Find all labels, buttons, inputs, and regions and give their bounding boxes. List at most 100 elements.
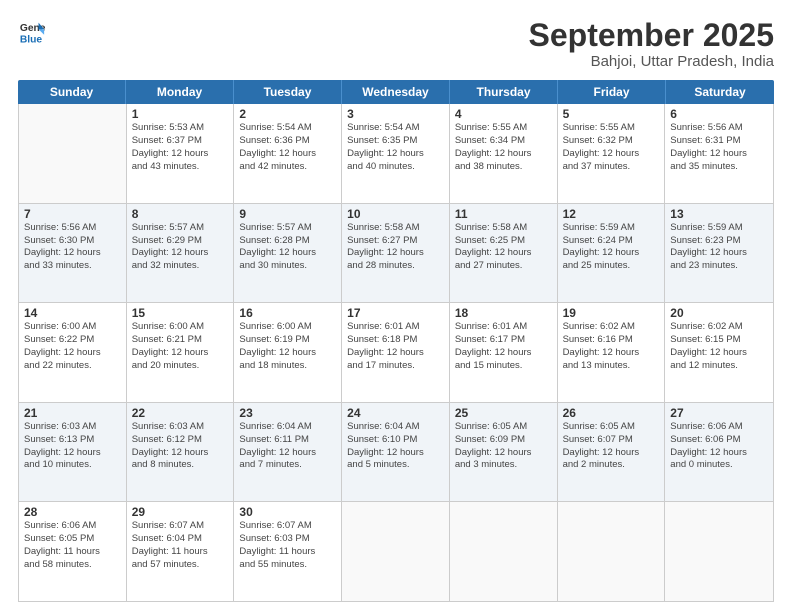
day-header-sunday: Sunday — [18, 80, 126, 104]
calendar-day-27: 27Sunrise: 6:06 AM Sunset: 6:06 PM Dayli… — [665, 403, 773, 502]
day-number: 22 — [132, 406, 229, 420]
calendar-day-6: 6Sunrise: 5:56 AM Sunset: 6:31 PM Daylig… — [665, 104, 773, 203]
day-number: 28 — [24, 505, 121, 519]
day-number: 20 — [670, 306, 768, 320]
day-info: Sunrise: 5:56 AM Sunset: 6:30 PM Dayligh… — [24, 222, 121, 273]
day-info: Sunrise: 6:00 AM Sunset: 6:21 PM Dayligh… — [132, 321, 229, 372]
day-info: Sunrise: 5:57 AM Sunset: 6:28 PM Dayligh… — [239, 222, 336, 273]
calendar-day-4: 4Sunrise: 5:55 AM Sunset: 6:34 PM Daylig… — [450, 104, 558, 203]
day-number: 27 — [670, 406, 768, 420]
calendar-day-12: 12Sunrise: 5:59 AM Sunset: 6:24 PM Dayli… — [558, 204, 666, 303]
day-header-tuesday: Tuesday — [234, 80, 342, 104]
day-info: Sunrise: 6:03 AM Sunset: 6:12 PM Dayligh… — [132, 421, 229, 472]
calendar-week-3: 14Sunrise: 6:00 AM Sunset: 6:22 PM Dayli… — [19, 303, 773, 403]
day-number: 16 — [239, 306, 336, 320]
calendar: SundayMondayTuesdayWednesdayThursdayFrid… — [18, 80, 774, 602]
day-info: Sunrise: 5:55 AM Sunset: 6:32 PM Dayligh… — [563, 122, 660, 173]
day-number: 18 — [455, 306, 552, 320]
calendar-day-empty — [342, 502, 450, 601]
day-header-friday: Friday — [558, 80, 666, 104]
day-info: Sunrise: 5:56 AM Sunset: 6:31 PM Dayligh… — [670, 122, 768, 173]
day-info: Sunrise: 6:04 AM Sunset: 6:10 PM Dayligh… — [347, 421, 444, 472]
calendar-day-21: 21Sunrise: 6:03 AM Sunset: 6:13 PM Dayli… — [19, 403, 127, 502]
day-info: Sunrise: 6:00 AM Sunset: 6:22 PM Dayligh… — [24, 321, 121, 372]
calendar-day-8: 8Sunrise: 5:57 AM Sunset: 6:29 PM Daylig… — [127, 204, 235, 303]
calendar-day-14: 14Sunrise: 6:00 AM Sunset: 6:22 PM Dayli… — [19, 303, 127, 402]
day-info: Sunrise: 5:53 AM Sunset: 6:37 PM Dayligh… — [132, 122, 229, 173]
day-number: 14 — [24, 306, 121, 320]
calendar-day-30: 30Sunrise: 6:07 AM Sunset: 6:03 PM Dayli… — [234, 502, 342, 601]
calendar-day-25: 25Sunrise: 6:05 AM Sunset: 6:09 PM Dayli… — [450, 403, 558, 502]
month-title: September 2025 — [529, 18, 774, 53]
day-header-monday: Monday — [126, 80, 234, 104]
calendar-day-28: 28Sunrise: 6:06 AM Sunset: 6:05 PM Dayli… — [19, 502, 127, 601]
calendar-day-9: 9Sunrise: 5:57 AM Sunset: 6:28 PM Daylig… — [234, 204, 342, 303]
day-number: 10 — [347, 207, 444, 221]
day-number: 24 — [347, 406, 444, 420]
day-number: 9 — [239, 207, 336, 221]
calendar-day-empty — [558, 502, 666, 601]
day-number: 5 — [563, 107, 660, 121]
day-info: Sunrise: 6:03 AM Sunset: 6:13 PM Dayligh… — [24, 421, 121, 472]
calendar-week-2: 7Sunrise: 5:56 AM Sunset: 6:30 PM Daylig… — [19, 204, 773, 304]
day-header-saturday: Saturday — [666, 80, 774, 104]
calendar-day-22: 22Sunrise: 6:03 AM Sunset: 6:12 PM Dayli… — [127, 403, 235, 502]
day-info: Sunrise: 6:05 AM Sunset: 6:09 PM Dayligh… — [455, 421, 552, 472]
svg-text:Blue: Blue — [20, 34, 43, 45]
calendar-day-empty — [19, 104, 127, 203]
calendar-day-empty — [665, 502, 773, 601]
day-number: 26 — [563, 406, 660, 420]
day-info: Sunrise: 5:54 AM Sunset: 6:35 PM Dayligh… — [347, 122, 444, 173]
calendar-header: SundayMondayTuesdayWednesdayThursdayFrid… — [18, 80, 774, 104]
day-number: 17 — [347, 306, 444, 320]
calendar-day-15: 15Sunrise: 6:00 AM Sunset: 6:21 PM Dayli… — [127, 303, 235, 402]
day-number: 11 — [455, 207, 552, 221]
calendar-day-29: 29Sunrise: 6:07 AM Sunset: 6:04 PM Dayli… — [127, 502, 235, 601]
calendar-page: General Blue September 2025 Bahjoi, Utta… — [0, 0, 792, 612]
day-info: Sunrise: 6:02 AM Sunset: 6:15 PM Dayligh… — [670, 321, 768, 372]
calendar-day-13: 13Sunrise: 5:59 AM Sunset: 6:23 PM Dayli… — [665, 204, 773, 303]
day-info: Sunrise: 5:59 AM Sunset: 6:23 PM Dayligh… — [670, 222, 768, 273]
day-info: Sunrise: 5:58 AM Sunset: 6:25 PM Dayligh… — [455, 222, 552, 273]
title-block: September 2025 Bahjoi, Uttar Pradesh, In… — [529, 18, 774, 70]
calendar-day-23: 23Sunrise: 6:04 AM Sunset: 6:11 PM Dayli… — [234, 403, 342, 502]
calendar-day-16: 16Sunrise: 6:00 AM Sunset: 6:19 PM Dayli… — [234, 303, 342, 402]
day-number: 23 — [239, 406, 336, 420]
day-info: Sunrise: 6:06 AM Sunset: 6:05 PM Dayligh… — [24, 520, 121, 571]
calendar-day-24: 24Sunrise: 6:04 AM Sunset: 6:10 PM Dayli… — [342, 403, 450, 502]
calendar-body: 1Sunrise: 5:53 AM Sunset: 6:37 PM Daylig… — [18, 104, 774, 602]
day-info: Sunrise: 6:02 AM Sunset: 6:16 PM Dayligh… — [563, 321, 660, 372]
day-number: 25 — [455, 406, 552, 420]
calendar-week-5: 28Sunrise: 6:06 AM Sunset: 6:05 PM Dayli… — [19, 502, 773, 601]
day-info: Sunrise: 5:59 AM Sunset: 6:24 PM Dayligh… — [563, 222, 660, 273]
calendar-day-10: 10Sunrise: 5:58 AM Sunset: 6:27 PM Dayli… — [342, 204, 450, 303]
day-info: Sunrise: 5:57 AM Sunset: 6:29 PM Dayligh… — [132, 222, 229, 273]
day-info: Sunrise: 6:07 AM Sunset: 6:03 PM Dayligh… — [239, 520, 336, 571]
day-number: 15 — [132, 306, 229, 320]
calendar-day-11: 11Sunrise: 5:58 AM Sunset: 6:25 PM Dayli… — [450, 204, 558, 303]
day-number: 1 — [132, 107, 229, 121]
day-info: Sunrise: 6:04 AM Sunset: 6:11 PM Dayligh… — [239, 421, 336, 472]
day-info: Sunrise: 6:01 AM Sunset: 6:17 PM Dayligh… — [455, 321, 552, 372]
calendar-day-7: 7Sunrise: 5:56 AM Sunset: 6:30 PM Daylig… — [19, 204, 127, 303]
calendar-week-1: 1Sunrise: 5:53 AM Sunset: 6:37 PM Daylig… — [19, 104, 773, 204]
day-info: Sunrise: 6:07 AM Sunset: 6:04 PM Dayligh… — [132, 520, 229, 571]
header: General Blue September 2025 Bahjoi, Utta… — [18, 18, 774, 70]
day-number: 6 — [670, 107, 768, 121]
calendar-day-5: 5Sunrise: 5:55 AM Sunset: 6:32 PM Daylig… — [558, 104, 666, 203]
day-info: Sunrise: 6:01 AM Sunset: 6:18 PM Dayligh… — [347, 321, 444, 372]
day-info: Sunrise: 5:55 AM Sunset: 6:34 PM Dayligh… — [455, 122, 552, 173]
day-info: Sunrise: 6:06 AM Sunset: 6:06 PM Dayligh… — [670, 421, 768, 472]
location: Bahjoi, Uttar Pradesh, India — [529, 53, 774, 70]
day-number: 30 — [239, 505, 336, 519]
calendar-day-3: 3Sunrise: 5:54 AM Sunset: 6:35 PM Daylig… — [342, 104, 450, 203]
day-number: 4 — [455, 107, 552, 121]
calendar-day-26: 26Sunrise: 6:05 AM Sunset: 6:07 PM Dayli… — [558, 403, 666, 502]
calendar-day-19: 19Sunrise: 6:02 AM Sunset: 6:16 PM Dayli… — [558, 303, 666, 402]
calendar-day-18: 18Sunrise: 6:01 AM Sunset: 6:17 PM Dayli… — [450, 303, 558, 402]
day-number: 7 — [24, 207, 121, 221]
day-info: Sunrise: 5:58 AM Sunset: 6:27 PM Dayligh… — [347, 222, 444, 273]
calendar-day-20: 20Sunrise: 6:02 AM Sunset: 6:15 PM Dayli… — [665, 303, 773, 402]
day-header-thursday: Thursday — [450, 80, 558, 104]
calendar-week-4: 21Sunrise: 6:03 AM Sunset: 6:13 PM Dayli… — [19, 403, 773, 503]
